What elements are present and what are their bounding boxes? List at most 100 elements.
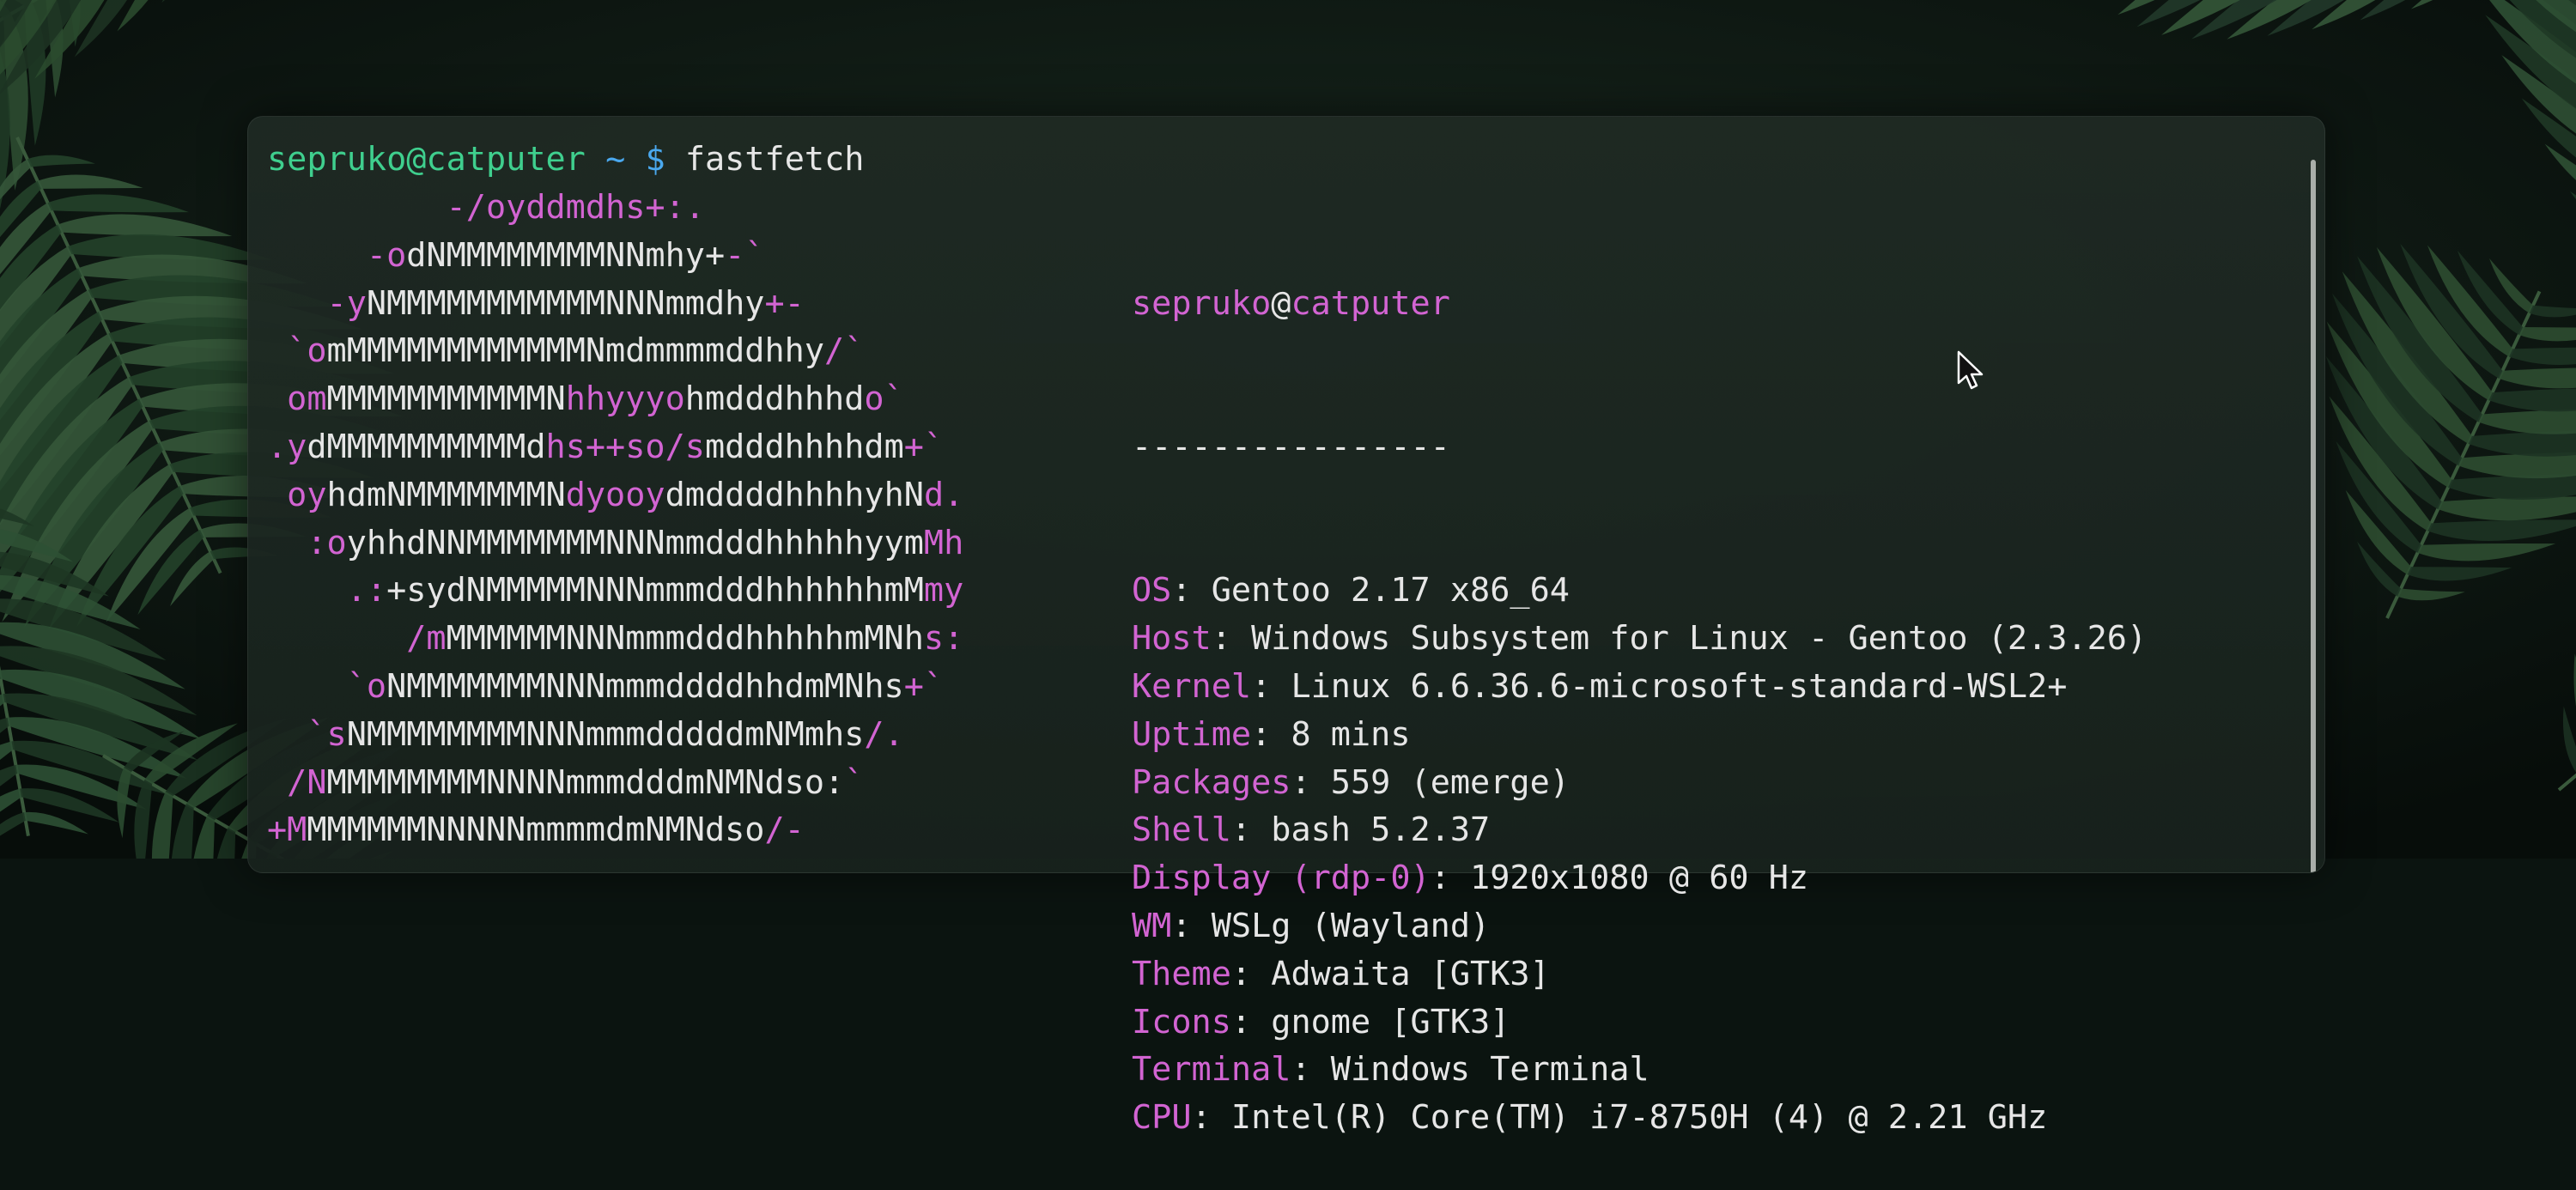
info-key: Icons (1132, 1002, 1231, 1041)
logo-segment: MMMMMMNNNmmmdddhhhhhmMNh (446, 619, 924, 659)
info-separator: ---------------- (1132, 427, 1450, 466)
info-host: catputer (1291, 283, 1450, 323)
logo-segment: /m (267, 619, 447, 659)
logo-line: `omMMMMMMMMMMMMNmdmmmmddhhy/` (267, 327, 963, 375)
info-colon: : (1291, 1050, 1331, 1090)
logo-segment: MMMMMMMMMMMN (326, 379, 566, 419)
mouse-pointer-icon (1957, 350, 1984, 390)
logo-segment: -/oyddmdhs+:. (267, 188, 705, 227)
prompt-symbol: $ (645, 140, 665, 179)
info-key: Packages (1132, 762, 1291, 802)
logo-segment: MMMMMMNNNNNmmmmdmNMNdso (307, 811, 765, 850)
info-colon: : (1430, 859, 1471, 898)
terminal-scrollbar[interactable] (2311, 160, 2316, 872)
logo-line: omMMMMMMMMMMMNhhyyyohmdddhhhdo` (267, 375, 963, 423)
logo-segment: ` (844, 762, 865, 802)
logo-segment: MMMMMMMMNNNNmmmdddmNMNdso: (326, 762, 845, 802)
logo-segment: om (267, 379, 327, 419)
logo-line: /mMMMMMMNNNmmmdddhhhhhmMNhs: (267, 615, 963, 663)
logo-segment: +M (267, 811, 307, 850)
logo-segment: hhyyyo (565, 379, 685, 419)
logo-segment: .y (267, 427, 307, 466)
info-colon: : (1291, 762, 1331, 802)
logo-line: .ydMMMMMMMMMMdhs++so/smdddhhhhdm+` (267, 423, 963, 471)
logo-segment: dmddddhhhhyhN (665, 475, 924, 514)
info-line: Display (rdp-0): 1920x1080 @ 60 Hz (1132, 854, 2147, 902)
info-colon: : (1230, 1002, 1272, 1041)
logo-segment: +` (903, 427, 945, 466)
info-at: @ (1271, 283, 1291, 323)
prompt-user-host: sepruko@catputer (267, 140, 586, 179)
logo-segment: dMMMMMMMMMMd (307, 427, 546, 466)
info-key: Host (1132, 619, 1212, 659)
info-colon: : (1251, 666, 1291, 706)
logo-segment: dyooy (565, 475, 665, 514)
info-value: gnome [GTK3] (1271, 1002, 1510, 1041)
info-line: WM: WSLg (Wayland) (1132, 902, 2147, 950)
info-line: Kernel: Linux 6.6.36.6-microsoft-standar… (1132, 663, 2147, 711)
logo-segment: -y (267, 283, 367, 323)
info-value: bash 5.2.37 (1271, 811, 1491, 850)
logo-line: -/oyddmdhs+:. (267, 184, 963, 232)
info-value: 559 (emerge) (1330, 762, 1570, 802)
logo-segment: +- (764, 283, 805, 323)
info-key: Display (rdp-0) (1132, 859, 1431, 898)
logo-segment: -o (267, 235, 407, 275)
logo-segment: /` (824, 331, 865, 371)
logo-segment: Mh (923, 523, 964, 562)
info-key: CPU (1132, 1098, 1192, 1138)
logo-segment: +` (903, 666, 945, 706)
logo-segment: yhhdNNMMMMMMMNNNmmdddhhhhhyym (346, 523, 924, 562)
logo-segment: hmdddhhhd (684, 379, 865, 419)
info-line: Icons: gnome [GTK3] (1132, 999, 2147, 1047)
info-line: Packages: 559 (emerge) (1132, 759, 2147, 807)
info-line: Terminal: Windows Terminal (1132, 1046, 2147, 1094)
info-value: Windows Subsystem for Linux - Gentoo (2.… (1251, 619, 2148, 659)
logo-line: `oNMMMMMMMNNNmmmddddhhdmMNhs+` (267, 663, 963, 711)
info-key: Theme (1132, 954, 1231, 993)
info-value: Linux 6.6.36.6-microsoft-standard-WSL2+ (1291, 666, 2068, 706)
logo-line: `sNMMMMMMMMNNNmmmdddddmNMmhs/. (267, 711, 963, 759)
logo-segment: mMMMMMMMMMMMMNmdmmmmddhhy (326, 331, 825, 371)
info-value: Adwaita [GTK3] (1271, 954, 1550, 993)
info-value: Windows Terminal (1330, 1050, 1649, 1090)
info-value: WSLg (Wayland) (1211, 906, 1491, 945)
info-value: Intel(R) Core(TM) i7-8750H (4) @ 2.21 GH… (1230, 1098, 2048, 1138)
logo-segment: `o (267, 331, 327, 371)
logo-segment: dNMMMMMMMMNNmhy+ (406, 235, 726, 275)
logo-segment: o` (864, 379, 904, 419)
logo-segment: +sydNMMMMMNNNmmmdddhhhhhhmM (386, 571, 924, 610)
info-key: Terminal (1132, 1050, 1291, 1090)
logo-segment: d. (923, 475, 964, 514)
logo-segment: hs++so/s (545, 427, 705, 466)
logo-line: +MMMMMMMNNNNNmmmmdmNMNdso/- (267, 806, 963, 854)
info-value: Gentoo 2.17 x86_64 (1211, 571, 1570, 610)
logo-line: -yNMMMMMMMMMMMNNNmmdhy+- (267, 280, 963, 328)
logo-segment: NMMMMMMMMNNNmmmdddddmNMmhs (346, 714, 865, 754)
logo-segment: :o (267, 523, 347, 562)
logo-segment: /- (764, 811, 805, 850)
prompt-line: sepruko@catputer ~ $ fastfetch (267, 136, 864, 184)
logo-segment: /. (864, 714, 904, 754)
info-line: Uptime: 8 mins (1132, 711, 2147, 759)
info-key: Uptime (1132, 714, 1252, 754)
info-user: sepruko (1132, 283, 1272, 323)
logo-segment: s: (923, 619, 964, 659)
info-line: Host: Windows Subsystem for Linux - Gent… (1132, 615, 2147, 663)
logo-segment: -` (725, 235, 765, 275)
info-key: WM (1132, 906, 1172, 945)
system-info-panel: sepruko@catputer ---------------- OS: Ge… (1132, 184, 2147, 1190)
info-colon: : (1251, 714, 1291, 754)
info-header: sepruko@catputer (1132, 280, 2147, 328)
logo-segment: `s (267, 714, 347, 754)
logo-line: :oyhhdNNMMMMMMMNNNmmdddhhhhhyymMh (267, 519, 963, 568)
logo-line: /NMMMMMMMMNNNNmmmdddmNMNdso:` (267, 759, 963, 807)
info-colon: : (1211, 619, 1252, 659)
prompt-command: fastfetch (684, 140, 865, 179)
logo-segment: oy (267, 475, 327, 514)
prompt-path: ~ (605, 140, 626, 179)
logo-segment: NMMMMMMMMMMMNNNmmdhy (366, 283, 765, 323)
logo-segment: NMMMMMMMNNNmmmddddhhdmMNhs (386, 666, 904, 706)
logo-segment: my (923, 571, 964, 610)
info-colon: : (1191, 1098, 1231, 1138)
